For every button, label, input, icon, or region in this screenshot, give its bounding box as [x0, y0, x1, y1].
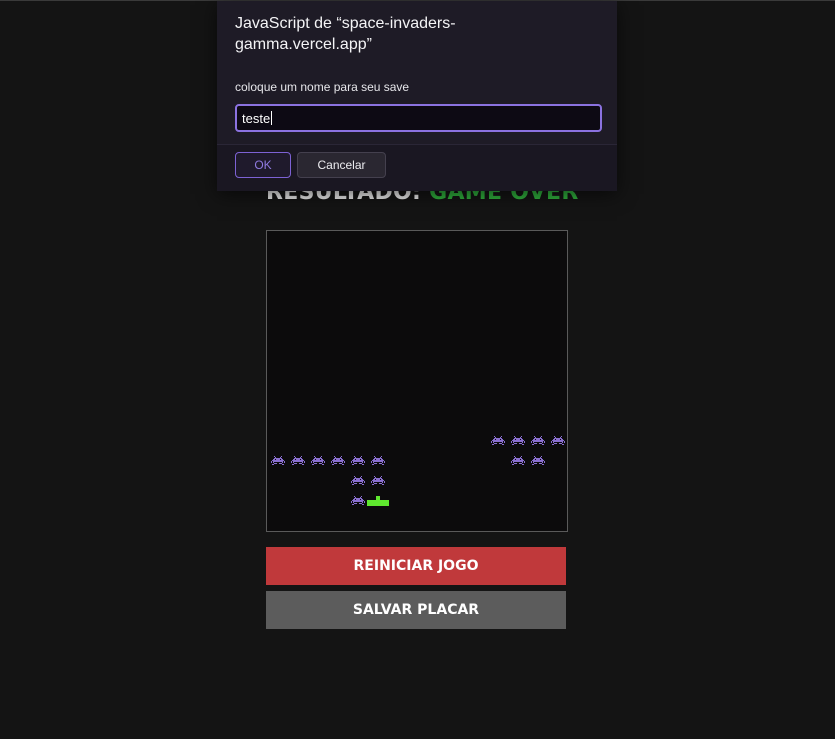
- invader-icon: [551, 436, 565, 445]
- cancel-button[interactable]: Cancelar: [297, 152, 386, 178]
- invader-icon: [291, 456, 305, 465]
- restart-game-button[interactable]: REINICIAR JOGO: [266, 547, 566, 585]
- invader-icon: [511, 436, 525, 445]
- invader-icon: [531, 436, 545, 445]
- prompt-dialog: JavaScript de “space-invaders-gamma.verc…: [217, 1, 617, 191]
- player-ship-icon: [367, 496, 389, 506]
- invader-icon: [511, 456, 525, 465]
- invader-icon: [491, 436, 505, 445]
- invader-icon: [351, 456, 365, 465]
- save-name-input[interactable]: teste: [235, 104, 602, 132]
- invader-icon: [351, 476, 365, 485]
- invader-icon: [371, 456, 385, 465]
- dialog-footer: OK Cancelar: [217, 144, 617, 191]
- dialog-message: coloque um nome para seu save: [235, 80, 410, 94]
- save-score-button[interactable]: SALVAR PLACAR: [266, 591, 566, 629]
- invader-icon: [331, 456, 345, 465]
- invader-icon: [351, 496, 365, 505]
- invader-icon: [311, 456, 325, 465]
- invader-icon: [371, 476, 385, 485]
- text-caret: [271, 111, 273, 125]
- invader-icon: [271, 456, 285, 465]
- save-name-input-value: teste: [242, 110, 271, 126]
- ok-button[interactable]: OK: [235, 152, 291, 178]
- invader-icon: [531, 456, 545, 465]
- dialog-title: JavaScript de “space-invaders-gamma.verc…: [235, 15, 456, 53]
- game-canvas[interactable]: [266, 230, 568, 532]
